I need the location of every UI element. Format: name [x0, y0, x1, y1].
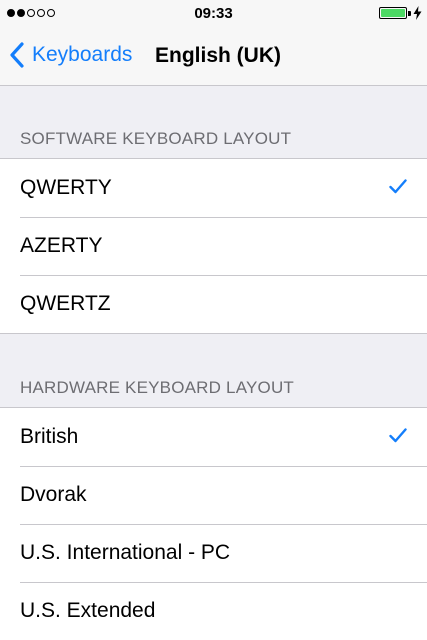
hardware-section-header: HARDWARE KEYBOARD LAYOUT: [20, 378, 295, 397]
layout-option-label: QWERTY: [20, 176, 112, 199]
layout-option-british[interactable]: British: [0, 408, 427, 466]
status-bar: 09:33: [0, 0, 427, 28]
checkmark-icon: [389, 179, 407, 194]
layout-option-dvorak[interactable]: Dvorak: [0, 466, 427, 524]
back-button-label: Keyboards: [32, 43, 133, 66]
layout-option-us-extended[interactable]: U.S. Extended: [0, 582, 427, 640]
software-section-header: SOFTWARE KEYBOARD LAYOUT: [20, 129, 292, 148]
battery-icon: [379, 7, 407, 19]
layout-option-us-international-pc[interactable]: U.S. International - PC: [0, 524, 427, 582]
back-button[interactable]: Keyboards: [8, 41, 132, 69]
checkmark-icon: [389, 428, 407, 443]
layout-option-qwerty[interactable]: QWERTY: [0, 159, 427, 217]
layout-option-label: U.S. Extended: [20, 599, 156, 622]
layout-option-azerty[interactable]: AZERTY: [0, 217, 427, 275]
layout-option-label: U.S. International - PC: [20, 541, 231, 564]
chevron-left-icon: [10, 42, 24, 68]
layout-option-label: Dvorak: [20, 483, 87, 506]
battery-level: [381, 9, 405, 17]
layout-option-label: British: [20, 425, 79, 448]
keyboard-layout-screen: 09:33 Keyboards English (UK) SOFTWARE KE…: [0, 0, 427, 640]
navigation-bar: Keyboards English (UK): [0, 28, 427, 86]
bolt-icon: [413, 6, 422, 20]
hardware-layout-list: British Dvorak U.S. International - PC U…: [0, 407, 427, 640]
layout-option-label: QWERTZ: [20, 292, 111, 315]
layout-option-label: AZERTY: [20, 234, 103, 257]
page-title: English (UK): [155, 44, 281, 67]
status-time: 09:33: [194, 5, 233, 22]
battery-tip: [408, 11, 411, 16]
software-layout-list: QWERTY AZERTY QWERTZ: [0, 158, 427, 334]
layout-option-qwertz[interactable]: QWERTZ: [0, 275, 427, 333]
